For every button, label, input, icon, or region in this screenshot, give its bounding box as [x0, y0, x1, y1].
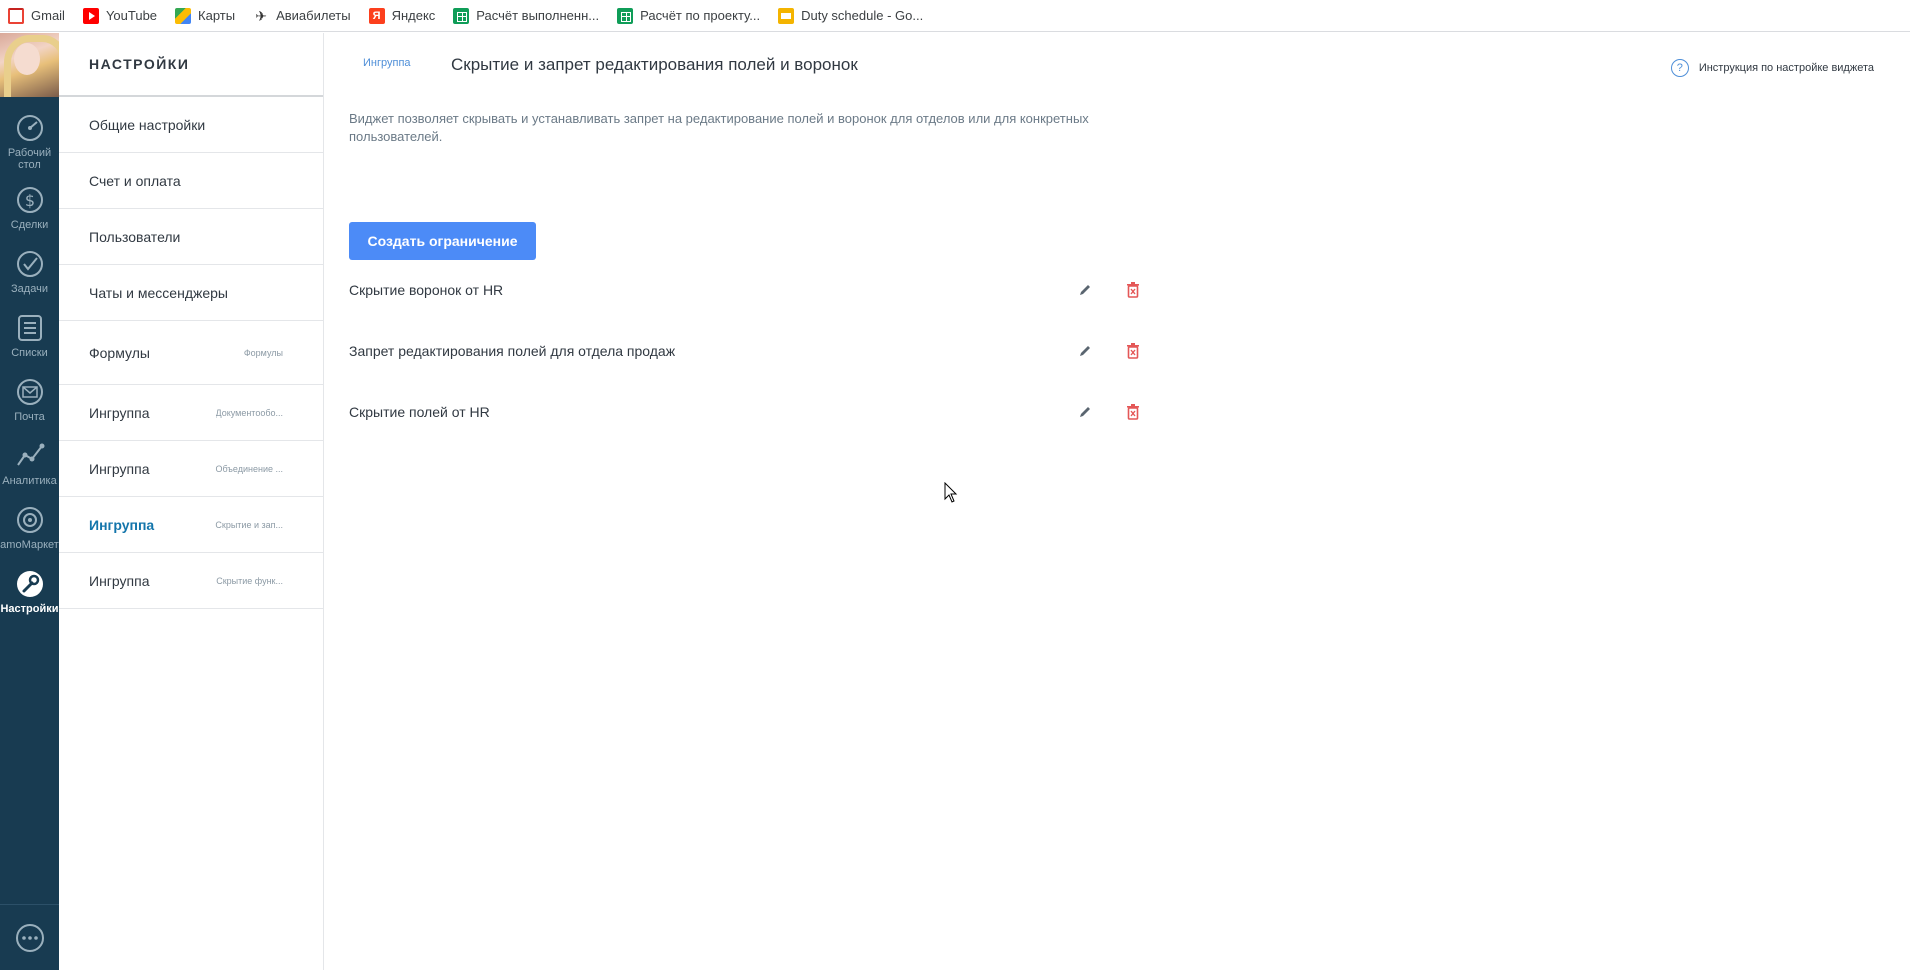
settings-item-formulas[interactable]: Формулы Формулы: [59, 321, 323, 385]
settings-item-general[interactable]: Общие настройки: [59, 97, 323, 153]
sheets-icon: [617, 7, 634, 24]
pencil-icon[interactable]: [1077, 404, 1093, 420]
nav-item-market[interactable]: amoМаркет: [0, 505, 59, 551]
bookmark-sheet-2[interactable]: Расчёт по проекту...: [617, 7, 760, 24]
settings-item-sub: Формулы: [243, 347, 283, 358]
analytics-icon: [16, 443, 44, 466]
maps-icon: [175, 7, 192, 24]
settings-item-label: Пользователи: [89, 228, 181, 245]
settings-item-label: Формулы: [89, 344, 150, 361]
widget-description: Виджет позволяет скрывать и устанавливат…: [349, 111, 1089, 144]
dashboard-icon: [16, 115, 43, 141]
svg-text:$: $: [24, 191, 34, 210]
restriction-row: Скрытие полей от HR: [349, 400, 1149, 424]
restriction-name: Запрет редактирования полей для отдела п…: [349, 343, 676, 359]
nav-item-mail[interactable]: Почта: [0, 377, 59, 423]
mail-icon: [16, 379, 43, 405]
nav-item-settings[interactable]: Настройки: [0, 569, 59, 615]
settings-item-label: Ингруппа: [89, 572, 150, 589]
help-label: Инструкция по настройке виджета: [1698, 62, 1874, 74]
settings-title: НАСТРОЙКИ: [59, 33, 323, 97]
sheets-icon: [453, 7, 470, 24]
settings-item-ingruppa-hide-functions[interactable]: Ингруппа Скрытие функ...: [59, 553, 323, 609]
bookmark-avia[interactable]: ✈ Авиабилеты: [253, 8, 350, 24]
gmail-icon: [8, 7, 24, 24]
mouse-cursor-icon: [944, 482, 958, 503]
settings-item-ingruppa-docs[interactable]: Ингруппа Документообо...: [59, 385, 323, 441]
chat-dots-icon: [15, 923, 44, 952]
settings-item-billing[interactable]: Счет и оплата: [59, 153, 323, 209]
settings-item-label: Общие настройки: [89, 116, 206, 133]
plane-icon: ✈: [255, 7, 267, 24]
nav-item-lists[interactable]: Списки: [0, 313, 59, 359]
create-restriction-button[interactable]: Создать ограничение: [349, 222, 536, 260]
dollar-icon: $: [16, 187, 43, 213]
nav-item-tasks[interactable]: Задачи: [0, 249, 59, 295]
restriction-row: Скрытие воронок от HR: [349, 278, 1149, 302]
restriction-name: Скрытие воронок от HR: [349, 282, 504, 298]
settings-item-chats[interactable]: Чаты и мессенджеры: [59, 265, 323, 321]
trash-icon[interactable]: [1125, 342, 1141, 360]
settings-item-ingruppa-merge[interactable]: Ингруппа Объединение ...: [59, 441, 323, 497]
settings-item-label: Ингруппа: [89, 404, 150, 421]
nav-item-analytics[interactable]: Аналитика: [0, 441, 59, 487]
trash-icon[interactable]: [1125, 403, 1141, 421]
slides-icon: [778, 7, 795, 24]
bookmark-gmail[interactable]: Gmail: [8, 7, 65, 24]
check-circle-icon: [16, 251, 43, 277]
yandex-icon: Я: [368, 7, 385, 24]
nav-item-dashboard[interactable]: Рабочий стол: [0, 113, 59, 171]
settings-item-label: Ингруппа: [89, 460, 150, 477]
avatar[interactable]: [0, 33, 59, 97]
settings-item-label: Счет и оплата: [89, 172, 181, 189]
page-title: Скрытие и запрет редактирования полей и …: [451, 55, 858, 74]
settings-item-sub: Объединение ...: [215, 463, 283, 474]
settings-item-users[interactable]: Пользователи: [59, 209, 323, 265]
nav-item-deals[interactable]: $ Сделки: [0, 185, 59, 231]
settings-item-sub: Скрытие функ...: [216, 575, 283, 586]
bookmark-duty-schedule[interactable]: Duty schedule - Go...: [778, 7, 923, 24]
bookmark-sheet-1[interactable]: Расчёт выполненн...: [453, 7, 599, 24]
restriction-name: Скрытие полей от HR: [349, 404, 490, 420]
pencil-icon[interactable]: [1077, 282, 1093, 298]
question-circle-icon: ?: [1670, 59, 1689, 77]
pencil-icon[interactable]: [1077, 343, 1093, 359]
settings-item-label: Чаты и мессенджеры: [89, 284, 228, 301]
settings-menu: НАСТРОЙКИ Общие настройки Счет и оплата …: [59, 33, 324, 970]
settings-item-label: Ингруппа: [89, 516, 155, 533]
settings-item-sub: Скрытие и зап...: [215, 519, 283, 530]
wrench-icon: [16, 571, 43, 597]
bookmarks-bar: Gmail YouTube Карты ✈ Авиабилеты Я Яндекс …: [0, 0, 1910, 32]
bookmark-maps[interactable]: Карты: [175, 7, 235, 24]
market-icon: [16, 507, 43, 533]
settings-item-ingruppa-hide-fields[interactable]: Ингруппа Скрытие и зап...: [59, 497, 323, 553]
main-content: Ингруппа Скрытие и запрет редактирования…: [324, 33, 1910, 970]
trash-icon[interactable]: [1125, 281, 1141, 299]
widget-help-link[interactable]: ? Инструкция по настройке виджета: [1670, 59, 1874, 77]
chat-button[interactable]: [0, 904, 59, 970]
settings-item-sub: Документообо...: [215, 407, 284, 418]
list-icon: [17, 315, 42, 341]
left-nav: Рабочий стол $ Сделки Задачи Списки Почт…: [0, 33, 59, 970]
breadcrumb[interactable]: Ингруппа: [363, 57, 411, 69]
bookmark-youtube[interactable]: YouTube: [82, 7, 157, 24]
restriction-row: Запрет редактирования полей для отдела п…: [349, 339, 1149, 363]
youtube-icon: [82, 7, 99, 24]
bookmark-yandex[interactable]: Я Яндекс: [368, 7, 435, 24]
